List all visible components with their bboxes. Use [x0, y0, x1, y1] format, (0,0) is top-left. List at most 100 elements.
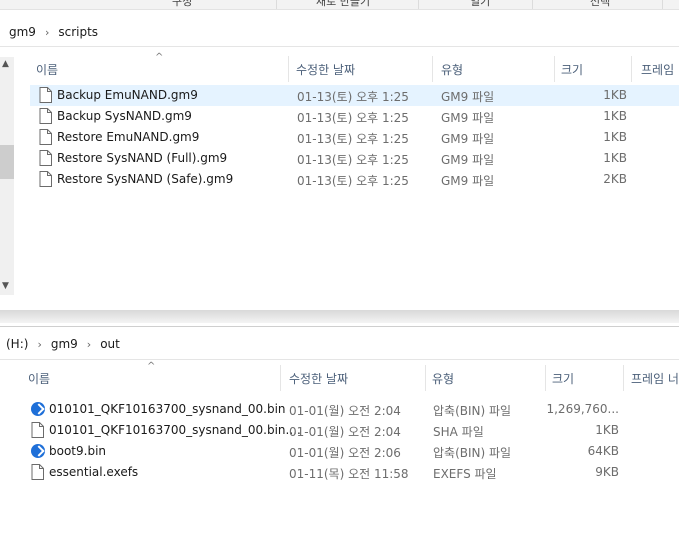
- column-header-frame[interactable]: 프레임 너: [631, 370, 679, 387]
- column-header-name[interactable]: 이름: [28, 370, 50, 387]
- ribbon-select-label[interactable]: 선택: [590, 0, 610, 9]
- file-icon: [39, 87, 52, 103]
- file-size: 2KB: [603, 172, 627, 186]
- file-modified-date: 01-13(토) 오후 1:25: [297, 174, 409, 188]
- file-name: boot9.bin: [49, 444, 107, 458]
- scrollbar-thumb[interactable]: [0, 145, 14, 179]
- file-row[interactable]: essential.exefs 01-11(목) 오전 11:58 EXEFS 파일…: [22, 462, 679, 483]
- file-modified-date: 01-13(토) 오후 1:25: [297, 132, 409, 146]
- file-type: GM9 파일: [441, 132, 495, 146]
- file-row[interactable]: Restore EmuNAND.gm9 01-13(토) 오후 1:25 GM9 파…: [30, 127, 679, 148]
- column-header-type[interactable]: 유형: [441, 61, 463, 78]
- column-divider[interactable]: [545, 365, 546, 391]
- scroll-up-icon[interactable]: ▲: [2, 59, 9, 69]
- column-header-name[interactable]: 이름: [36, 61, 58, 78]
- file-name: 010101_QKF10163700_sysnand_00.bin....: [49, 423, 301, 437]
- column-header-date[interactable]: 수정한 날짜: [289, 370, 348, 387]
- file-type: 압축(BIN) 파일: [433, 404, 512, 418]
- file-icon: [31, 464, 44, 480]
- column-header-size[interactable]: 크기: [561, 61, 583, 78]
- ribbon-open-label[interactable]: 열기: [470, 0, 490, 9]
- explorer-window-scripts: gm9 › scripts ▲ ▼ ^ 이름 수정한 날짜 유형 크기 프레임 …: [0, 10, 679, 323]
- window-shadow: [0, 310, 679, 323]
- ribbon-toolbar: 구성 새로 만들기 열기 선택: [0, 0, 679, 10]
- breadcrumb-item[interactable]: gm9: [51, 337, 78, 351]
- file-name: Restore SysNAND (Safe).gm9: [57, 172, 234, 186]
- breadcrumb-item[interactable]: (H:): [6, 337, 28, 351]
- column-divider[interactable]: [288, 56, 289, 82]
- sort-ascending-icon: ^: [147, 361, 156, 372]
- column-divider[interactable]: [631, 56, 632, 82]
- ribbon-divider: [532, 0, 533, 9]
- column-header-frame[interactable]: 프레임: [641, 61, 674, 78]
- explorer-window-out: (H:) › gm9 › out ^ 이름 수정한 날짜 유형 크기 프레임 너…: [0, 326, 679, 540]
- divider: [0, 46, 679, 47]
- column-divider[interactable]: [623, 365, 624, 391]
- column-divider[interactable]: [432, 56, 433, 82]
- column-divider[interactable]: [425, 365, 426, 391]
- file-name: Backup EmuNAND.gm9: [57, 88, 198, 102]
- file-type: SHA 파일: [433, 425, 484, 439]
- sort-ascending-icon: ^: [155, 52, 164, 63]
- file-row[interactable]: Backup SysNAND.gm9 01-13(토) 오후 1:25 GM9 파일…: [30, 106, 679, 127]
- file-type: GM9 파일: [441, 111, 495, 125]
- ribbon-divider: [276, 0, 277, 9]
- file-type: GM9 파일: [441, 174, 495, 188]
- ribbon-organize-label[interactable]: 구성: [172, 0, 192, 9]
- column-header-row: ^ 이름 수정한 날짜 유형 크기 프레임: [30, 52, 679, 82]
- file-row[interactable]: Restore SysNAND (Safe).gm9 01-13(토) 오후 1:…: [30, 169, 679, 190]
- file-modified-date: 01-13(토) 오후 1:25: [297, 153, 409, 167]
- file-size: 9KB: [595, 465, 619, 479]
- column-divider[interactable]: [554, 56, 555, 82]
- ribbon-divider: [662, 0, 663, 9]
- breadcrumb-item[interactable]: scripts: [58, 25, 98, 39]
- breadcrumb[interactable]: (H:) › gm9 › out: [0, 331, 679, 357]
- file-size: 1KB: [595, 423, 619, 437]
- file-icon: [39, 129, 52, 145]
- vertical-scrollbar[interactable]: ▲ ▼: [0, 57, 14, 295]
- file-row[interactable]: boot9.bin 01-01(월) 오전 2:06 압축(BIN) 파일 64KB: [22, 441, 679, 462]
- breadcrumb[interactable]: gm9 › scripts: [0, 18, 679, 46]
- file-size: 1KB: [603, 88, 627, 102]
- file-modified-date: 01-01(월) 오전 2:04: [289, 404, 401, 418]
- file-type: 압축(BIN) 파일: [433, 446, 512, 460]
- file-name: 010101_QKF10163700_sysnand_00.bin: [49, 402, 286, 416]
- chevron-right-icon: ›: [37, 337, 42, 351]
- file-row[interactable]: 010101_QKF10163700_sysnand_00.bin.... 01-…: [22, 420, 679, 441]
- file-icon: [39, 150, 52, 166]
- column-divider[interactable]: [280, 365, 281, 391]
- file-modified-date: 01-13(토) 오후 1:25: [297, 111, 409, 125]
- breadcrumb-item[interactable]: out: [100, 337, 120, 351]
- file-type: EXEFS 파일: [433, 467, 497, 481]
- file-row[interactable]: Backup EmuNAND.gm9 01-13(토) 오후 1:25 GM9 파일…: [30, 85, 679, 106]
- file-icon: [39, 108, 52, 124]
- column-header-type[interactable]: 유형: [432, 370, 454, 387]
- chevron-right-icon: ›: [44, 25, 50, 39]
- file-size: 1KB: [603, 151, 627, 165]
- column-header-row: ^ 이름 수정한 날짜 유형 크기 프레임 너: [22, 361, 679, 391]
- file-name: Restore SysNAND (Full).gm9: [57, 151, 228, 165]
- file-size: 1KB: [603, 109, 627, 123]
- file-row[interactable]: Restore SysNAND (Full).gm9 01-13(토) 오후 1:…: [30, 148, 679, 169]
- bin-archive-icon: [31, 444, 45, 458]
- column-header-size[interactable]: 크기: [552, 370, 574, 387]
- file-size: 1KB: [603, 130, 627, 144]
- file-size: 1,269,760...: [546, 402, 619, 416]
- file-modified-date: 01-13(토) 오후 1:25: [297, 90, 409, 104]
- ribbon-divider: [418, 0, 419, 9]
- scroll-down-icon[interactable]: ▼: [2, 281, 9, 291]
- breadcrumb-item[interactable]: gm9: [9, 25, 36, 39]
- divider: [0, 359, 679, 360]
- file-modified-date: 01-01(월) 오전 2:06: [289, 446, 401, 460]
- file-icon: [39, 171, 52, 187]
- file-row[interactable]: 010101_QKF10163700_sysnand_00.bin 01-01(월…: [22, 399, 679, 420]
- file-icon: [31, 422, 44, 438]
- file-name: essential.exefs: [49, 465, 139, 479]
- file-size: 64KB: [587, 444, 619, 458]
- file-name: Restore EmuNAND.gm9: [57, 130, 200, 144]
- file-name: Backup SysNAND.gm9: [57, 109, 192, 123]
- column-header-date[interactable]: 수정한 날짜: [296, 61, 355, 78]
- file-type: GM9 파일: [441, 153, 495, 167]
- ribbon-new-label[interactable]: 새로 만들기: [316, 0, 370, 9]
- file-modified-date: 01-01(월) 오전 2:04: [289, 425, 401, 439]
